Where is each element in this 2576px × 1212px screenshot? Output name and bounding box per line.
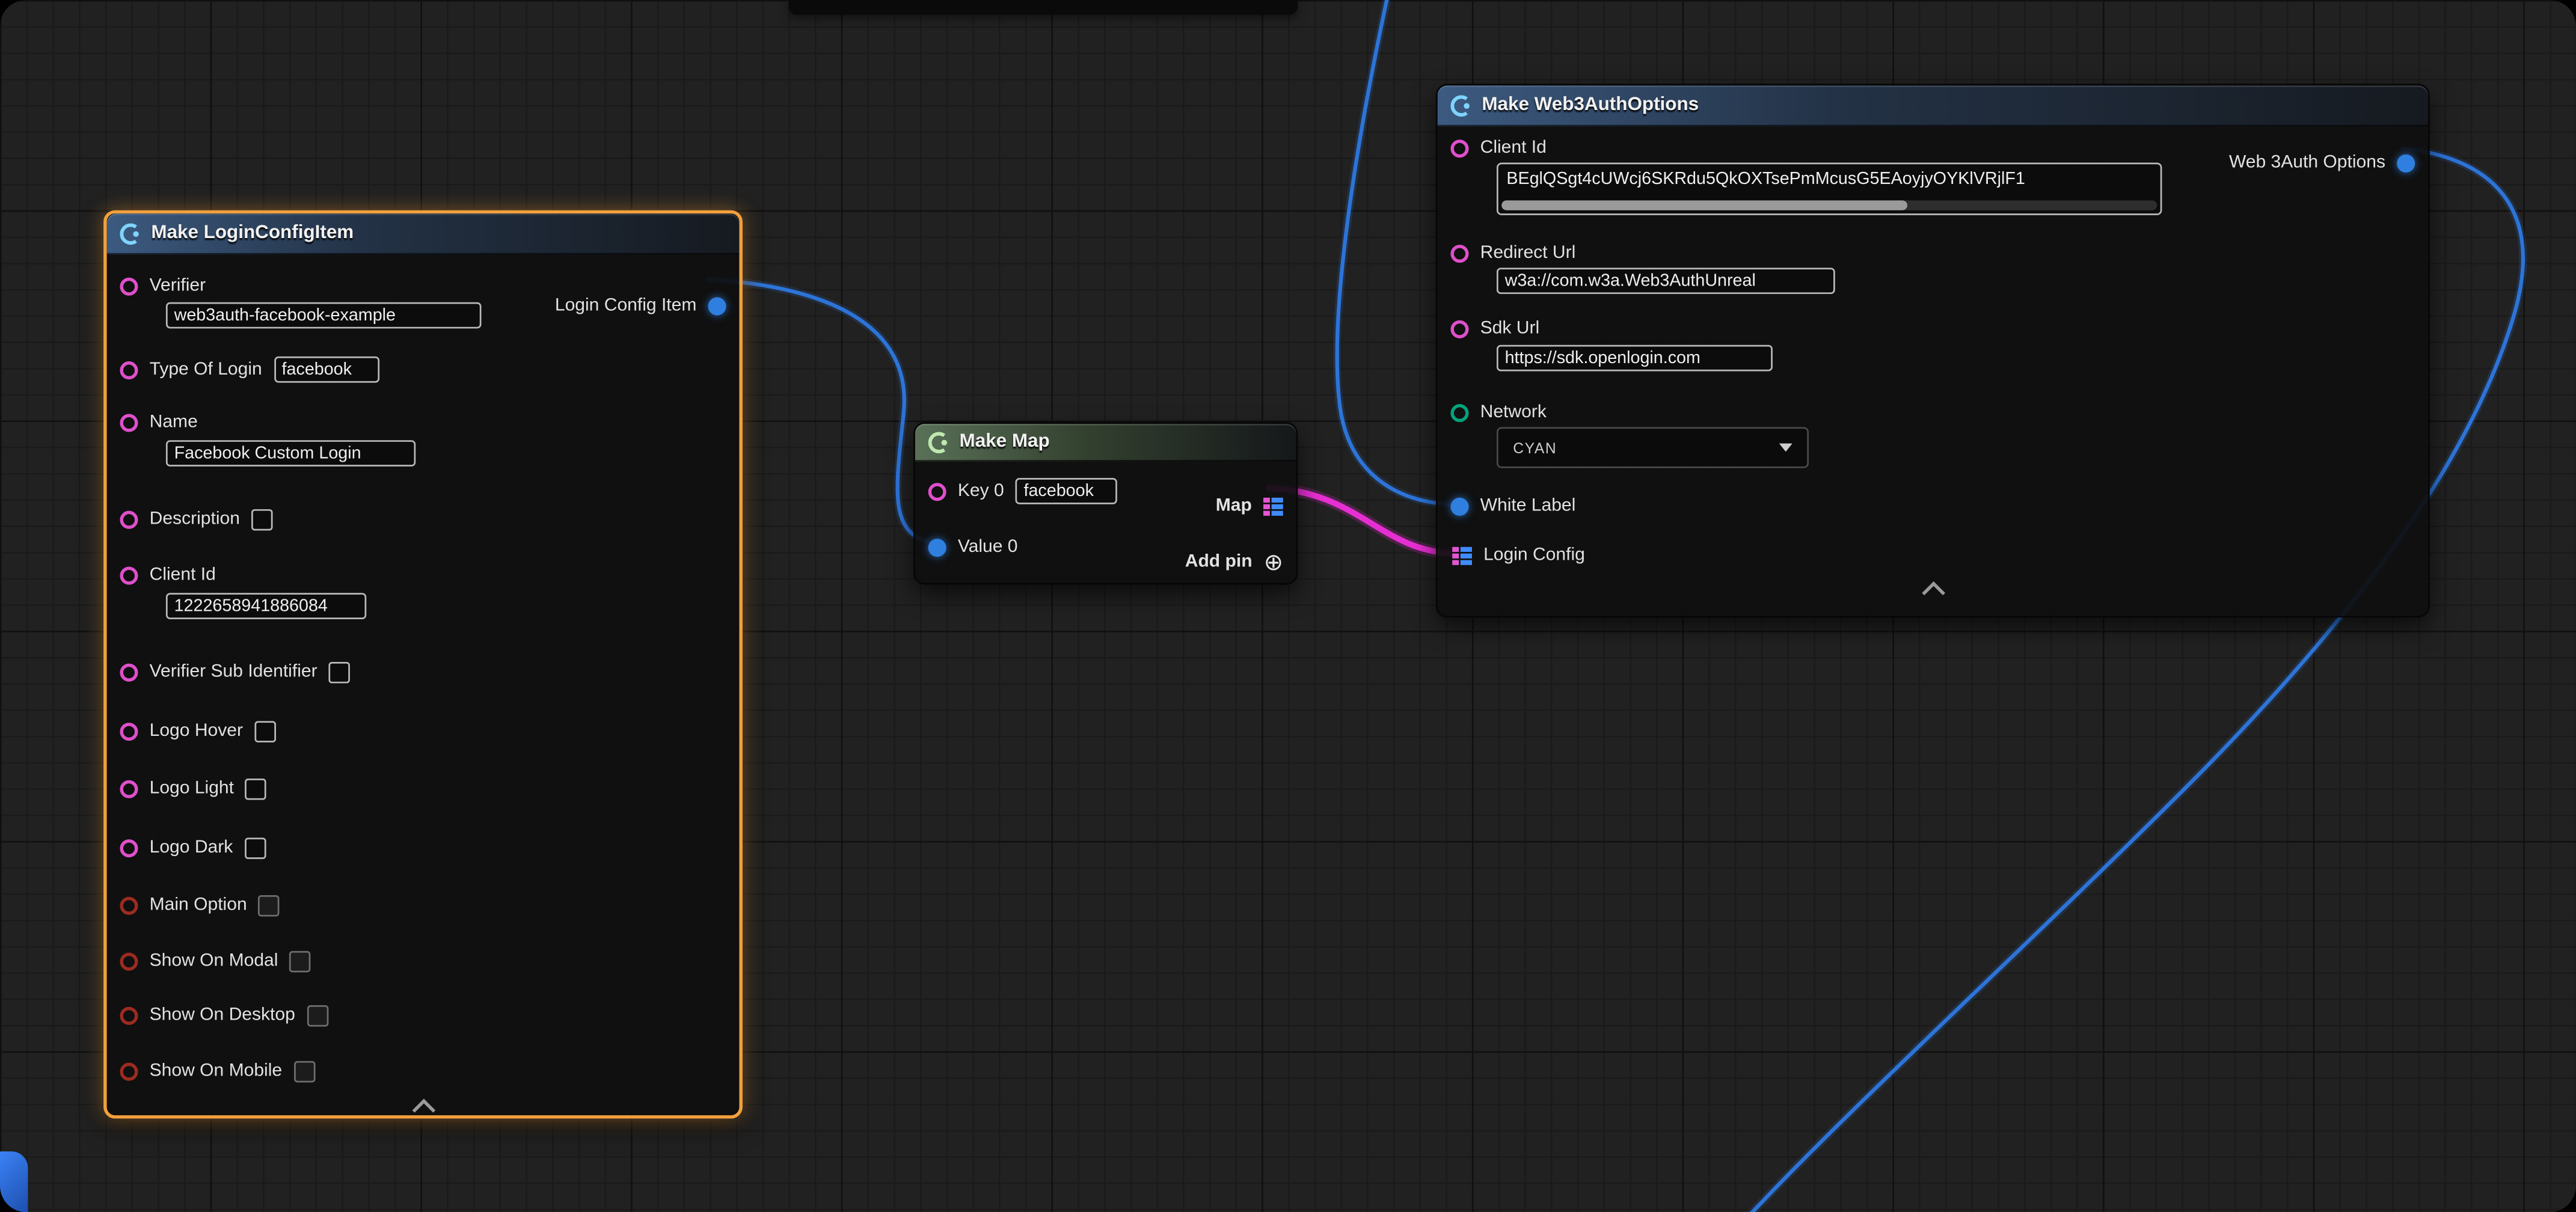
pin-label-sdk-url: Sdk Url [1480,319,1540,338]
network-dropdown-value: CYAN [1513,439,1557,456]
client-id-scrollbar-thumb[interactable] [1501,200,1908,210]
pin-type-of-login[interactable] [120,361,138,379]
blueprint-grid-canvas[interactable]: Make LoginConfigItem Verifier web3auth-f… [0,0,2576,1212]
pin-label-type-of-login: Type Of Login [150,360,262,379]
pin-value0[interactable] [928,538,946,556]
pin-client-id[interactable] [120,566,138,584]
offscreen-node-top[interactable] [788,0,1298,15]
show-on-desktop-checkbox[interactable] [307,1005,328,1026]
pin-show-on-modal[interactable] [120,952,138,970]
offscreen-node-bottom-left[interactable] [0,1151,28,1212]
node-header-make-web3authoptions[interactable]: Make Web3AuthOptions [1438,85,2428,126]
description-input[interactable] [251,509,273,530]
pin-verifier-sub-identifier[interactable] [120,663,138,681]
pin-label-logo-hover: Logo Hover [150,721,243,741]
node-make-web3authoptions[interactable]: Make Web3AuthOptions Client Id BEglQSgt4… [1436,84,2430,617]
make-struct-icon [120,222,141,244]
wire-top-to-whitelabel-glow [1337,0,1452,504]
make-struct-icon [1450,94,1472,116]
pin-label-show-on-modal: Show On Modal [150,951,278,971]
pin-white-label[interactable] [1450,497,1468,515]
pin-label-verifier: Verifier [150,276,206,296]
network-dropdown[interactable]: CYAN [1497,427,1809,468]
chevron-down-icon [1779,444,1792,452]
add-pin-button[interactable]: Add pin ⊕ [1185,547,1283,577]
pin-label-show-on-desktop: Show On Desktop [150,1005,295,1025]
output-login-config-item: Login Config Item [555,291,726,320]
pin-label-verifier-sub-identifier: Verifier Sub Identifier [150,662,317,682]
show-on-mobile-checkbox[interactable] [293,1060,315,1082]
pin-label-redirect-url: Redirect Url [1480,243,1576,263]
client-id-text: BEglQSgt4cUWcj6SKRdu5QkOXTsePmMcusG5EAoy… [1506,169,2025,189]
node-header-make-map[interactable]: Make Map [915,424,1296,462]
main-option-checkbox[interactable] [259,895,280,916]
logo-dark-input[interactable] [244,837,266,858]
client-id-scrollbar-track[interactable] [1501,200,2157,210]
pin-label-client-id: Client Id [1480,138,1547,158]
client-id-input[interactable]: 1222658941886084 [166,593,366,619]
node-header-make-loginconfigitem[interactable]: Make LoginConfigItem [107,213,740,254]
pin-label-value0: Value 0 [958,537,1018,557]
client-id-input[interactable]: BEglQSgt4cUWcj6SKRdu5QkOXTsePmMcusG5EAoy… [1497,162,2162,215]
pin-logo-hover[interactable] [120,722,138,740]
pin-label-show-on-mobile: Show On Mobile [150,1061,283,1081]
show-on-modal-checkbox[interactable] [290,950,311,972]
make-map-icon [928,431,950,453]
collapse-chevron[interactable] [1921,581,1945,605]
pin-key0[interactable] [928,482,946,500]
output-label-login-config-item: Login Config Item [555,296,697,316]
pin-logo-dark[interactable] [120,839,138,857]
key0-input[interactable]: facebook [1016,478,1117,504]
pin-label-logo-dark: Logo Dark [150,837,233,857]
pin-description[interactable] [120,510,138,528]
logo-light-input[interactable] [245,778,267,800]
sdk-url-input[interactable]: https://sdk.openlogin.com [1497,345,1773,372]
output-web3auth-options: Web 3Auth Options [2229,148,2415,177]
wire-top-to-whitelabel[interactable] [1337,0,1452,504]
pin-login-config-item-out[interactable] [708,296,726,314]
pin-label-main-option: Main Option [150,895,247,915]
redirect-url-input[interactable]: w3a://com.w3a.Web3AuthUnreal [1497,268,1835,294]
verifier-input[interactable]: web3auth-facebook-example [166,302,482,329]
node-title: Make LoginConfigItem [151,224,354,243]
pin-label-name: Name [150,412,198,432]
pin-sdk-url[interactable] [1450,319,1468,337]
pin-redirect-url[interactable] [1450,244,1468,262]
logo-hover-input[interactable] [254,720,276,742]
output-label-map: Map [1216,496,1252,516]
collapse-chevron[interactable] [411,1099,435,1122]
output-map: Map [1216,491,1283,521]
node-make-map[interactable]: Make Map Key 0 facebook Value 0 Map [913,422,1298,584]
pin-show-on-desktop[interactable] [120,1006,138,1024]
node-title: Make Web3AuthOptions [1482,95,1699,115]
pin-label-logo-light: Logo Light [150,779,234,798]
map-pin-icon[interactable] [1263,497,1283,515]
verifier-sub-identifier-input[interactable] [329,661,351,683]
add-pin-icon: ⊕ [1264,550,1283,573]
pin-login-config-map-icon[interactable] [1452,546,1472,564]
pin-label-network: Network [1480,402,1547,422]
pin-network[interactable] [1450,403,1468,421]
node-make-loginconfigitem[interactable]: Make LoginConfigItem Verifier web3auth-f… [103,210,743,1119]
type-of-login-input[interactable]: facebook [274,357,379,383]
pin-name[interactable] [120,413,138,431]
pin-logo-light[interactable] [120,779,138,797]
pin-client-id[interactable] [1450,139,1468,157]
name-input[interactable]: Facebook Custom Login [166,440,416,467]
pin-label-white-label: White Label [1480,496,1576,516]
node-title: Make Map [960,432,1050,452]
pin-main-option[interactable] [120,896,138,914]
pin-label-client-id: Client Id [150,565,216,585]
pin-label-description: Description [150,509,240,529]
blueprint-graph-stage: Make LoginConfigItem Verifier web3auth-f… [0,0,2576,1212]
add-pin-label: Add pin [1185,552,1253,572]
pin-verifier[interactable] [120,277,138,295]
pin-label-login-config: Login Config [1483,545,1585,565]
pin-label-key0: Key 0 [958,482,1004,501]
pin-show-on-mobile[interactable] [120,1062,138,1080]
pin-web3auth-options-out[interactable] [2397,153,2415,171]
output-label-web3auth-options: Web 3Auth Options [2229,153,2385,173]
